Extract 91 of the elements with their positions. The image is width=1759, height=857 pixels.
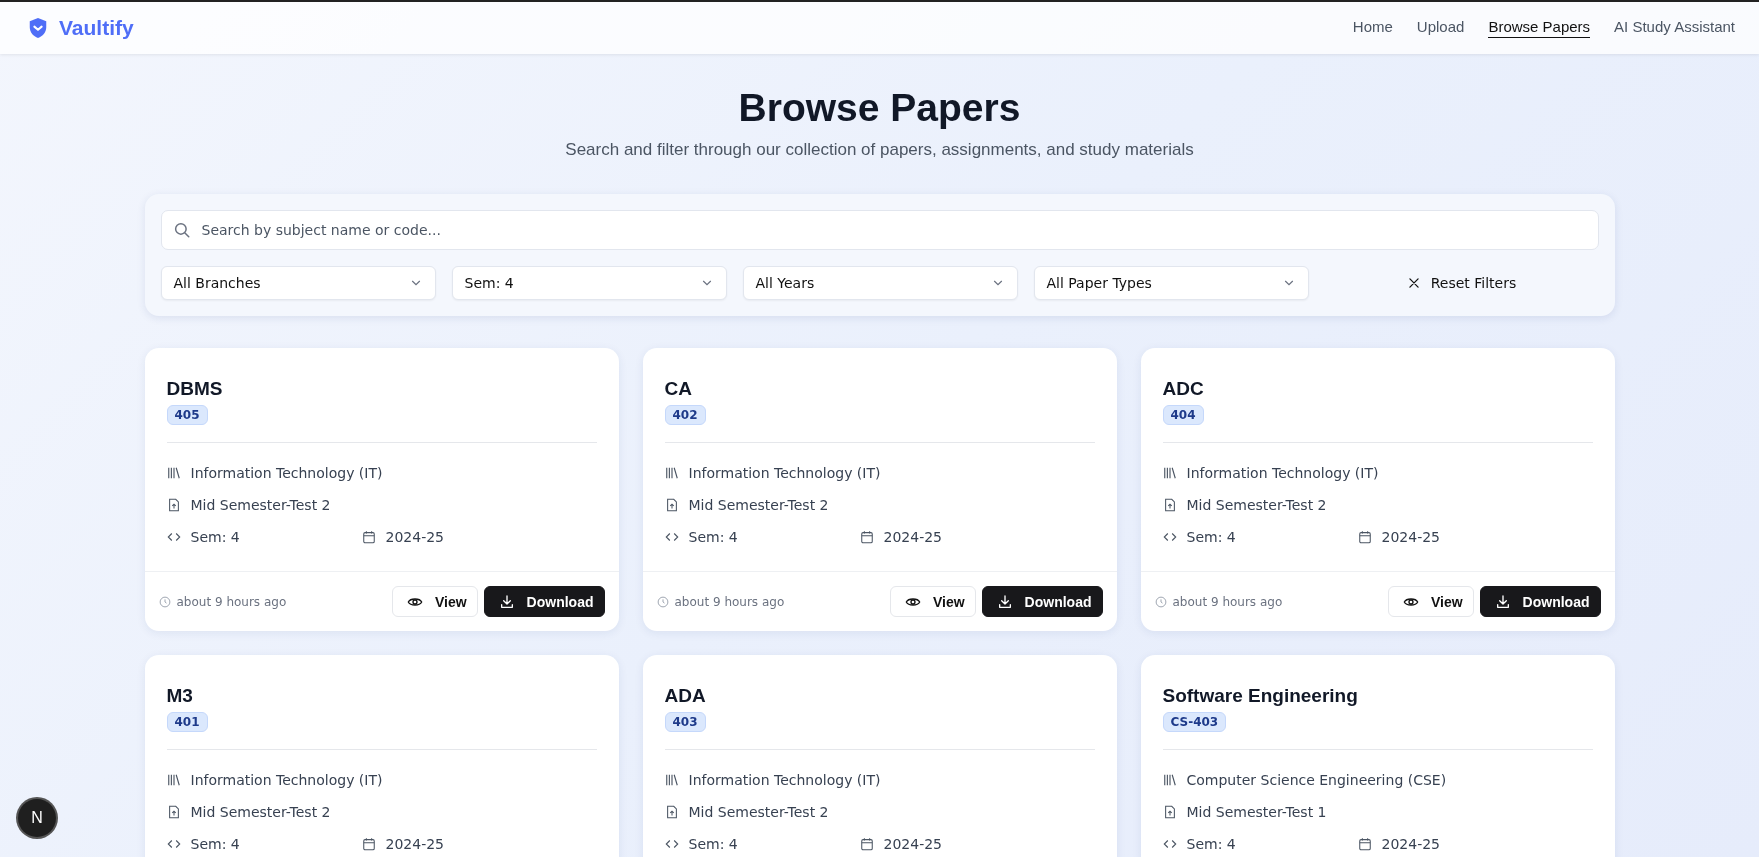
document-icon [1162, 498, 1177, 512]
close-icon [1406, 276, 1421, 290]
nav-link[interactable]: Home [1352, 18, 1393, 38]
posted-time: about 9 hours ago [176, 594, 287, 609]
clock-icon [158, 595, 171, 608]
calendar-icon [1357, 530, 1372, 544]
download-icon [996, 593, 1013, 610]
page-title: Browse Papers [737, 86, 1022, 130]
subject-title: DBMS [166, 378, 224, 400]
nav-link[interactable]: AI Study Assistant [1614, 18, 1735, 38]
download-button[interactable]: Download [483, 586, 605, 617]
library-icon [1162, 466, 1177, 480]
document-icon [166, 498, 181, 512]
semester-text: Sem: 4 [190, 529, 240, 545]
library-icon [664, 773, 679, 787]
nav-link[interactable]: Browse Papers [1488, 18, 1591, 38]
page-subtitle: Search and filter through our collection of papers, assignments, and study materials [564, 140, 1195, 160]
exam-type-text: Mid Semester-Test 1 [1186, 804, 1327, 820]
download-button[interactable]: Download [981, 586, 1103, 617]
posted-time: about 9 hours ago [1172, 594, 1283, 609]
year-text: 2024-25 [385, 836, 444, 852]
filter-dropdown[interactable]: All Paper Types [1033, 266, 1309, 300]
subject-title: Software Engineering [1162, 685, 1359, 707]
branch-text: Computer Science Engineering (CSE) [1186, 772, 1447, 788]
clock-icon [1154, 595, 1167, 608]
semester-text: Sem: 4 [688, 836, 738, 852]
year-text: 2024-25 [385, 529, 444, 545]
subject-code-badge: CS-403 [1162, 712, 1227, 732]
year-text: 2024-25 [1381, 836, 1440, 852]
exam-type-text: Mid Semester-Test 2 [688, 804, 829, 820]
library-icon [166, 773, 181, 787]
exam-type-text: Mid Semester-Test 2 [190, 497, 331, 513]
dev-tools-badge[interactable]: N [18, 799, 56, 837]
code-icon [166, 530, 181, 544]
subject-code-badge: 403 [664, 712, 706, 732]
filter-dropdown[interactable]: Sem: 4 [451, 266, 727, 300]
subject-title: M3 [166, 685, 194, 707]
subject-code-badge: 402 [664, 405, 706, 425]
subject-code-badge: 405 [166, 405, 208, 425]
code-icon [1162, 837, 1177, 851]
brand-name[interactable]: Vaultify [59, 16, 134, 40]
exam-type-text: Mid Semester-Test 2 [688, 497, 829, 513]
branch-text: Information Technology (IT) [688, 772, 881, 788]
branch-text: Information Technology (IT) [1186, 465, 1379, 481]
subject-code-badge: 404 [1162, 405, 1204, 425]
year-text: 2024-25 [883, 836, 942, 852]
document-icon [664, 498, 679, 512]
calendar-icon [859, 530, 874, 544]
nav-link[interactable]: Upload [1416, 18, 1465, 38]
exam-type-text: Mid Semester-Test 2 [1186, 497, 1327, 513]
subject-title: ADC [1162, 378, 1205, 400]
library-icon [664, 466, 679, 480]
semester-text: Sem: 4 [688, 529, 738, 545]
search-field[interactable]: Search by subject name or code... [160, 210, 1599, 250]
exam-type-text: Mid Semester-Test 2 [190, 804, 331, 820]
reset-filters-button[interactable]: Reset Filters [1324, 266, 1599, 300]
subject-code-badge: 401 [166, 712, 208, 732]
view-button[interactable]: View [391, 586, 478, 617]
download-icon [498, 593, 515, 610]
calendar-icon [361, 837, 376, 851]
branch-text: Information Technology (IT) [190, 772, 383, 788]
year-text: 2024-25 [1381, 529, 1440, 545]
year-text: 2024-25 [883, 529, 942, 545]
view-button[interactable]: View [1387, 586, 1474, 617]
code-icon [664, 837, 679, 851]
calendar-icon [1357, 837, 1372, 851]
shield-logo-icon [27, 16, 49, 40]
posted-time: about 9 hours ago [674, 594, 785, 609]
subject-title: ADA [664, 685, 707, 707]
document-icon [1162, 805, 1177, 819]
subject-title: CA [664, 378, 693, 400]
clock-icon [656, 595, 669, 608]
calendar-icon [859, 837, 874, 851]
code-icon [1162, 530, 1177, 544]
code-icon [664, 530, 679, 544]
code-icon [166, 837, 181, 851]
download-button[interactable]: Download [1479, 586, 1601, 617]
library-icon [1162, 773, 1177, 787]
calendar-icon [361, 530, 376, 544]
semester-text: Sem: 4 [190, 836, 240, 852]
document-icon [664, 805, 679, 819]
download-icon [1494, 593, 1511, 610]
document-icon [166, 805, 181, 819]
view-button[interactable]: View [889, 586, 976, 617]
semester-text: Sem: 4 [1186, 529, 1236, 545]
branch-text: Information Technology (IT) [688, 465, 881, 481]
semester-text: Sem: 4 [1186, 836, 1236, 852]
filter-dropdown[interactable]: All Years [742, 266, 1018, 300]
library-icon [166, 466, 181, 480]
branch-text: Information Technology (IT) [190, 465, 383, 481]
filter-dropdown[interactable]: All Branches [160, 266, 436, 300]
